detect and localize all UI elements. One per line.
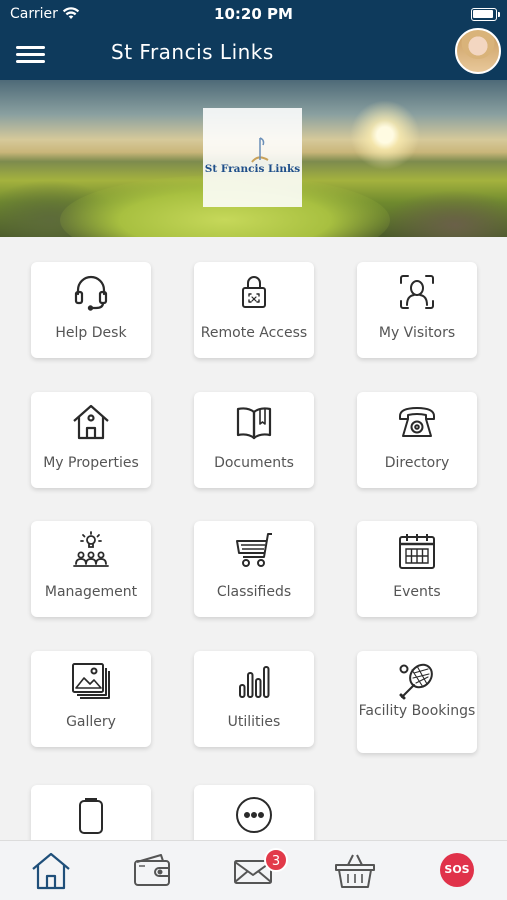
book-icon xyxy=(234,402,274,442)
tile-clipboard[interactable] xyxy=(31,785,151,840)
tile-label: My Visitors xyxy=(378,325,456,341)
hero-banner: St Francis Links xyxy=(0,80,507,237)
tile-label: Facility Bookings xyxy=(358,703,476,719)
tab-home[interactable] xyxy=(29,849,73,893)
tennis-racket-icon xyxy=(397,661,437,701)
avatar[interactable] xyxy=(455,28,501,74)
menu-line xyxy=(16,60,45,63)
face-scan-icon xyxy=(397,272,437,312)
tile-gallery[interactable]: Gallery xyxy=(31,651,151,747)
tile-label: My Properties xyxy=(43,455,139,471)
landscape-bush xyxy=(380,190,507,237)
tile-my-properties[interactable]: My Properties xyxy=(31,392,151,488)
calendar-icon xyxy=(397,531,437,571)
wallet-icon xyxy=(134,854,170,886)
tile-directory[interactable]: Directory xyxy=(357,392,477,488)
tile-help-desk[interactable]: Help Desk xyxy=(31,262,151,358)
tab-bar: 3 SOS xyxy=(0,840,507,900)
menu-line xyxy=(16,46,45,49)
tile-management[interactable]: Management xyxy=(31,521,151,617)
sos-button[interactable]: SOS xyxy=(440,853,474,887)
clipboard-icon xyxy=(71,795,111,835)
tile-facility-bookings[interactable]: Facility Bookings xyxy=(357,651,477,753)
image-gallery-icon xyxy=(71,661,111,701)
tile-more[interactable] xyxy=(194,785,314,840)
home-icon xyxy=(32,852,70,890)
sun-glow xyxy=(350,100,420,170)
tile-label: Gallery xyxy=(66,714,116,730)
tile-my-visitors[interactable]: My Visitors xyxy=(357,262,477,358)
menu-line xyxy=(16,53,45,56)
logo-text: St Francis Links xyxy=(204,163,301,175)
flag-icon xyxy=(251,137,269,163)
house-icon xyxy=(71,402,111,442)
padlock-icon xyxy=(234,272,274,312)
tile-label: Documents xyxy=(214,455,294,471)
tile-documents[interactable]: Documents xyxy=(194,392,314,488)
club-logo: St Francis Links xyxy=(203,108,302,207)
tile-remote-access[interactable]: Remote Access xyxy=(194,262,314,358)
tile-classifieds[interactable]: Classifieds xyxy=(194,521,314,617)
people-idea-icon xyxy=(71,531,111,571)
tile-label: Utilities xyxy=(227,714,281,730)
shopping-cart-icon xyxy=(234,531,274,571)
menu-button[interactable] xyxy=(14,41,48,69)
tile-label: Events xyxy=(393,584,441,600)
telephone-icon xyxy=(397,402,437,442)
tab-wallet[interactable] xyxy=(131,849,175,893)
more-icon xyxy=(234,795,274,835)
page-title: St Francis Links xyxy=(111,40,274,64)
feature-grid: Help Desk Remote Access My Visitors My P… xyxy=(0,237,507,840)
tile-events[interactable]: Events xyxy=(357,521,477,617)
tile-utilities[interactable]: Utilities xyxy=(194,651,314,747)
battery-icon xyxy=(471,8,500,21)
unread-badge: 3 xyxy=(264,848,288,872)
clock: 10:20 PM xyxy=(214,5,293,23)
tile-label: Remote Access xyxy=(200,325,308,341)
tile-label: Directory xyxy=(384,455,450,471)
status-bar: Carrier 10:20 PM xyxy=(0,0,507,30)
tile-label: Classifieds xyxy=(216,584,292,600)
app-header: St Francis Links xyxy=(0,28,507,80)
basket-icon xyxy=(335,854,375,888)
bar-meter-icon xyxy=(234,661,274,701)
headset-icon xyxy=(71,272,111,312)
tile-label: Management xyxy=(44,584,138,600)
tile-label: Help Desk xyxy=(55,325,127,341)
tab-basket[interactable] xyxy=(333,849,377,893)
